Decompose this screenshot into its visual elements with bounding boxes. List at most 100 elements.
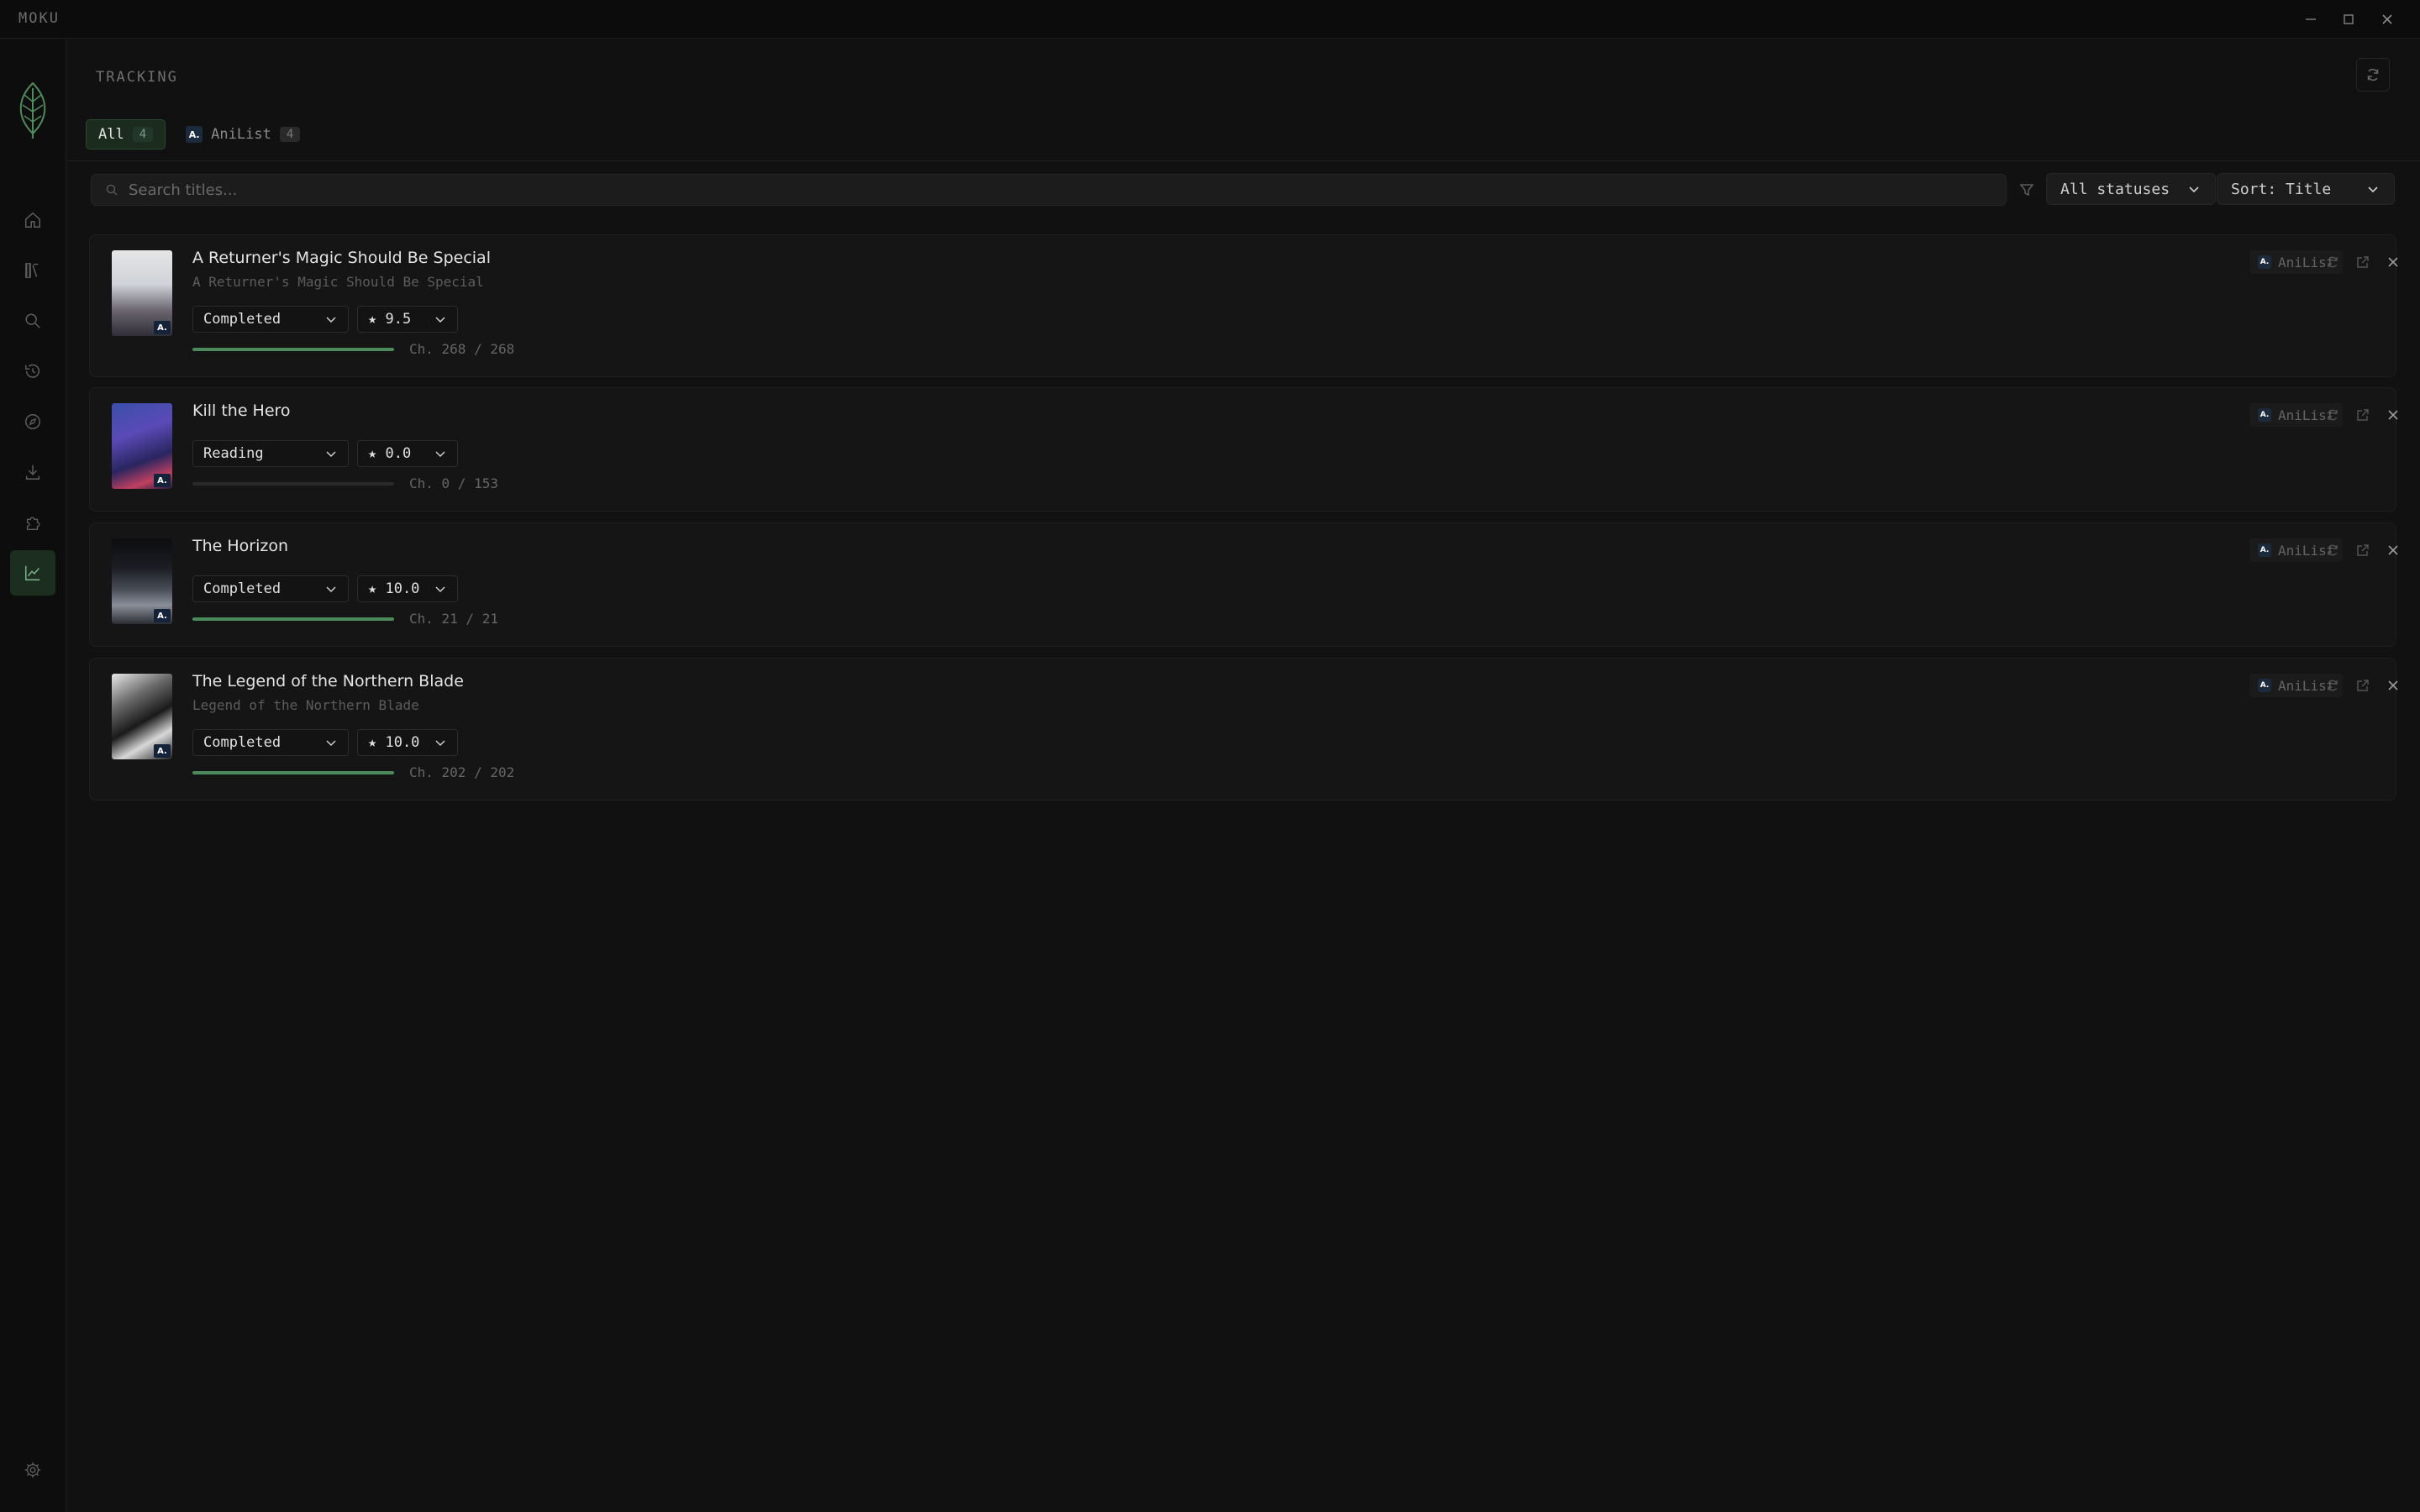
external-link-icon — [2357, 680, 2369, 691]
score-value: ★ 9.5 — [368, 311, 412, 328]
chevron-down-icon — [2189, 186, 2199, 193]
remove-button[interactable] — [2382, 675, 2404, 696]
nav-tracking[interactable] — [10, 550, 55, 596]
tracking-icon — [25, 565, 40, 580]
sort-value: Sort: Title — [2231, 180, 2332, 198]
chevron-down-icon — [435, 586, 445, 593]
status-select[interactable]: Reading — [192, 440, 349, 467]
search-bar — [91, 174, 2007, 206]
score-select[interactable]: ★ 10.0 — [357, 575, 458, 602]
tab-all-count: 4 — [132, 127, 154, 142]
nav-extensions[interactable] — [10, 500, 55, 545]
nav-search[interactable] — [10, 298, 55, 344]
close-icon — [2388, 410, 2398, 420]
nav-explore[interactable] — [10, 399, 55, 444]
chapter-count: Ch. 268 / 268 — [409, 341, 515, 357]
score-select[interactable]: ★ 9.5 — [357, 306, 458, 333]
nav-settings[interactable] — [10, 1447, 55, 1493]
download-icon — [25, 465, 40, 480]
entry-title[interactable]: A Returner's Magic Should Be Special — [192, 249, 491, 267]
entry-title[interactable]: The Legend of the Northern Blade — [192, 672, 464, 690]
chevron-down-icon — [435, 740, 445, 747]
anilist-logo-icon: A. — [186, 126, 203, 143]
refresh-icon — [2328, 680, 2338, 691]
anilist-badge-icon: A. — [154, 321, 171, 334]
anilist-badge-icon: A. — [154, 474, 171, 487]
sync-button[interactable] — [2322, 675, 2344, 696]
tab-all-label: All — [98, 126, 124, 143]
tracking-entry: A. The Horizon Completed ★ 10.0 Ch. 21 /… — [89, 522, 2398, 647]
search-input[interactable] — [129, 181, 2006, 199]
chevron-down-icon — [2368, 186, 2378, 193]
maximize-icon — [2344, 14, 2354, 24]
progress-bar — [192, 482, 394, 486]
main-content: TRACKING All 4 A. AniList 4 All statuses… — [67, 39, 2420, 1512]
chevron-down-icon — [326, 451, 336, 458]
app-name: MOKU — [18, 10, 60, 27]
open-external-button[interactable] — [2352, 251, 2374, 273]
anilist-badge-icon: A. — [154, 609, 171, 622]
refresh-all-button[interactable] — [2356, 58, 2390, 92]
anilist-logo-icon: A. — [2258, 408, 2271, 422]
progress-fill — [192, 348, 394, 351]
tab-anilist[interactable]: A. AniList 4 — [174, 119, 312, 150]
close-icon — [2388, 545, 2398, 555]
chevron-down-icon — [326, 586, 336, 593]
cover-image[interactable]: A. — [112, 250, 172, 336]
tab-all[interactable]: All 4 — [86, 119, 166, 150]
entry-subtitle: A Returner's Magic Should Be Special — [192, 274, 484, 290]
entry-subtitle: Legend of the Northern Blade — [192, 697, 419, 713]
cover-image[interactable]: A. — [112, 403, 172, 489]
open-external-button[interactable] — [2352, 404, 2374, 426]
chevron-down-icon — [435, 451, 445, 458]
sort-select[interactable]: Sort: Title — [2217, 173, 2395, 205]
open-external-button[interactable] — [2352, 675, 2374, 696]
anilist-logo-icon: A. — [2258, 543, 2271, 557]
nav-home[interactable] — [10, 197, 55, 243]
cover-image[interactable]: A. — [112, 674, 172, 759]
open-external-button[interactable] — [2352, 539, 2374, 561]
score-select[interactable]: ★ 10.0 — [357, 729, 458, 756]
status-select[interactable]: Completed — [192, 575, 349, 602]
progress-bar — [192, 771, 394, 774]
settings-icon — [24, 1462, 41, 1478]
score-select[interactable]: ★ 0.0 — [357, 440, 458, 467]
sync-button[interactable] — [2322, 251, 2344, 273]
score-value: ★ 10.0 — [368, 580, 420, 597]
sync-button[interactable] — [2322, 404, 2344, 426]
chapter-count: Ch. 21 / 21 — [409, 611, 498, 627]
entry-title[interactable]: Kill the Hero — [192, 402, 291, 420]
tracker-tabs: All 4 A. AniList 4 — [86, 119, 312, 150]
progress-fill — [192, 771, 394, 774]
score-value: ★ 10.0 — [368, 734, 420, 751]
status-select[interactable]: Completed — [192, 729, 349, 756]
nav-downloads[interactable] — [10, 449, 55, 495]
divider — [67, 160, 2420, 161]
close-icon — [2382, 14, 2392, 24]
status-filter-value: All statuses — [2060, 180, 2170, 198]
external-link-icon — [2357, 256, 2369, 268]
maximize-button[interactable] — [2335, 7, 2362, 32]
remove-button[interactable] — [2382, 251, 2404, 273]
chevron-down-icon — [435, 317, 445, 323]
score-value: ★ 0.0 — [368, 445, 412, 462]
remove-button[interactable] — [2382, 539, 2404, 561]
remove-button[interactable] — [2382, 404, 2404, 426]
close-window-button[interactable] — [2374, 7, 2401, 32]
chevron-down-icon — [326, 317, 336, 323]
cover-image[interactable]: A. — [112, 538, 172, 624]
status-value: Reading — [203, 445, 264, 462]
nav-history[interactable] — [10, 349, 55, 394]
sidebar — [0, 39, 66, 1512]
progress-bar — [192, 617, 394, 621]
entry-title[interactable]: The Horizon — [192, 537, 288, 555]
leaf-logo-icon — [19, 81, 46, 139]
sync-button[interactable] — [2322, 539, 2344, 561]
tab-anilist-count: 4 — [279, 127, 301, 142]
status-filter-select[interactable]: All statuses — [2046, 173, 2216, 205]
status-select[interactable]: Completed — [192, 306, 349, 333]
nav-library[interactable] — [10, 248, 55, 293]
anilist-logo-icon: A. — [2258, 679, 2271, 692]
minimize-button[interactable] — [2297, 7, 2324, 32]
tab-anilist-label: AniList — [211, 126, 271, 143]
